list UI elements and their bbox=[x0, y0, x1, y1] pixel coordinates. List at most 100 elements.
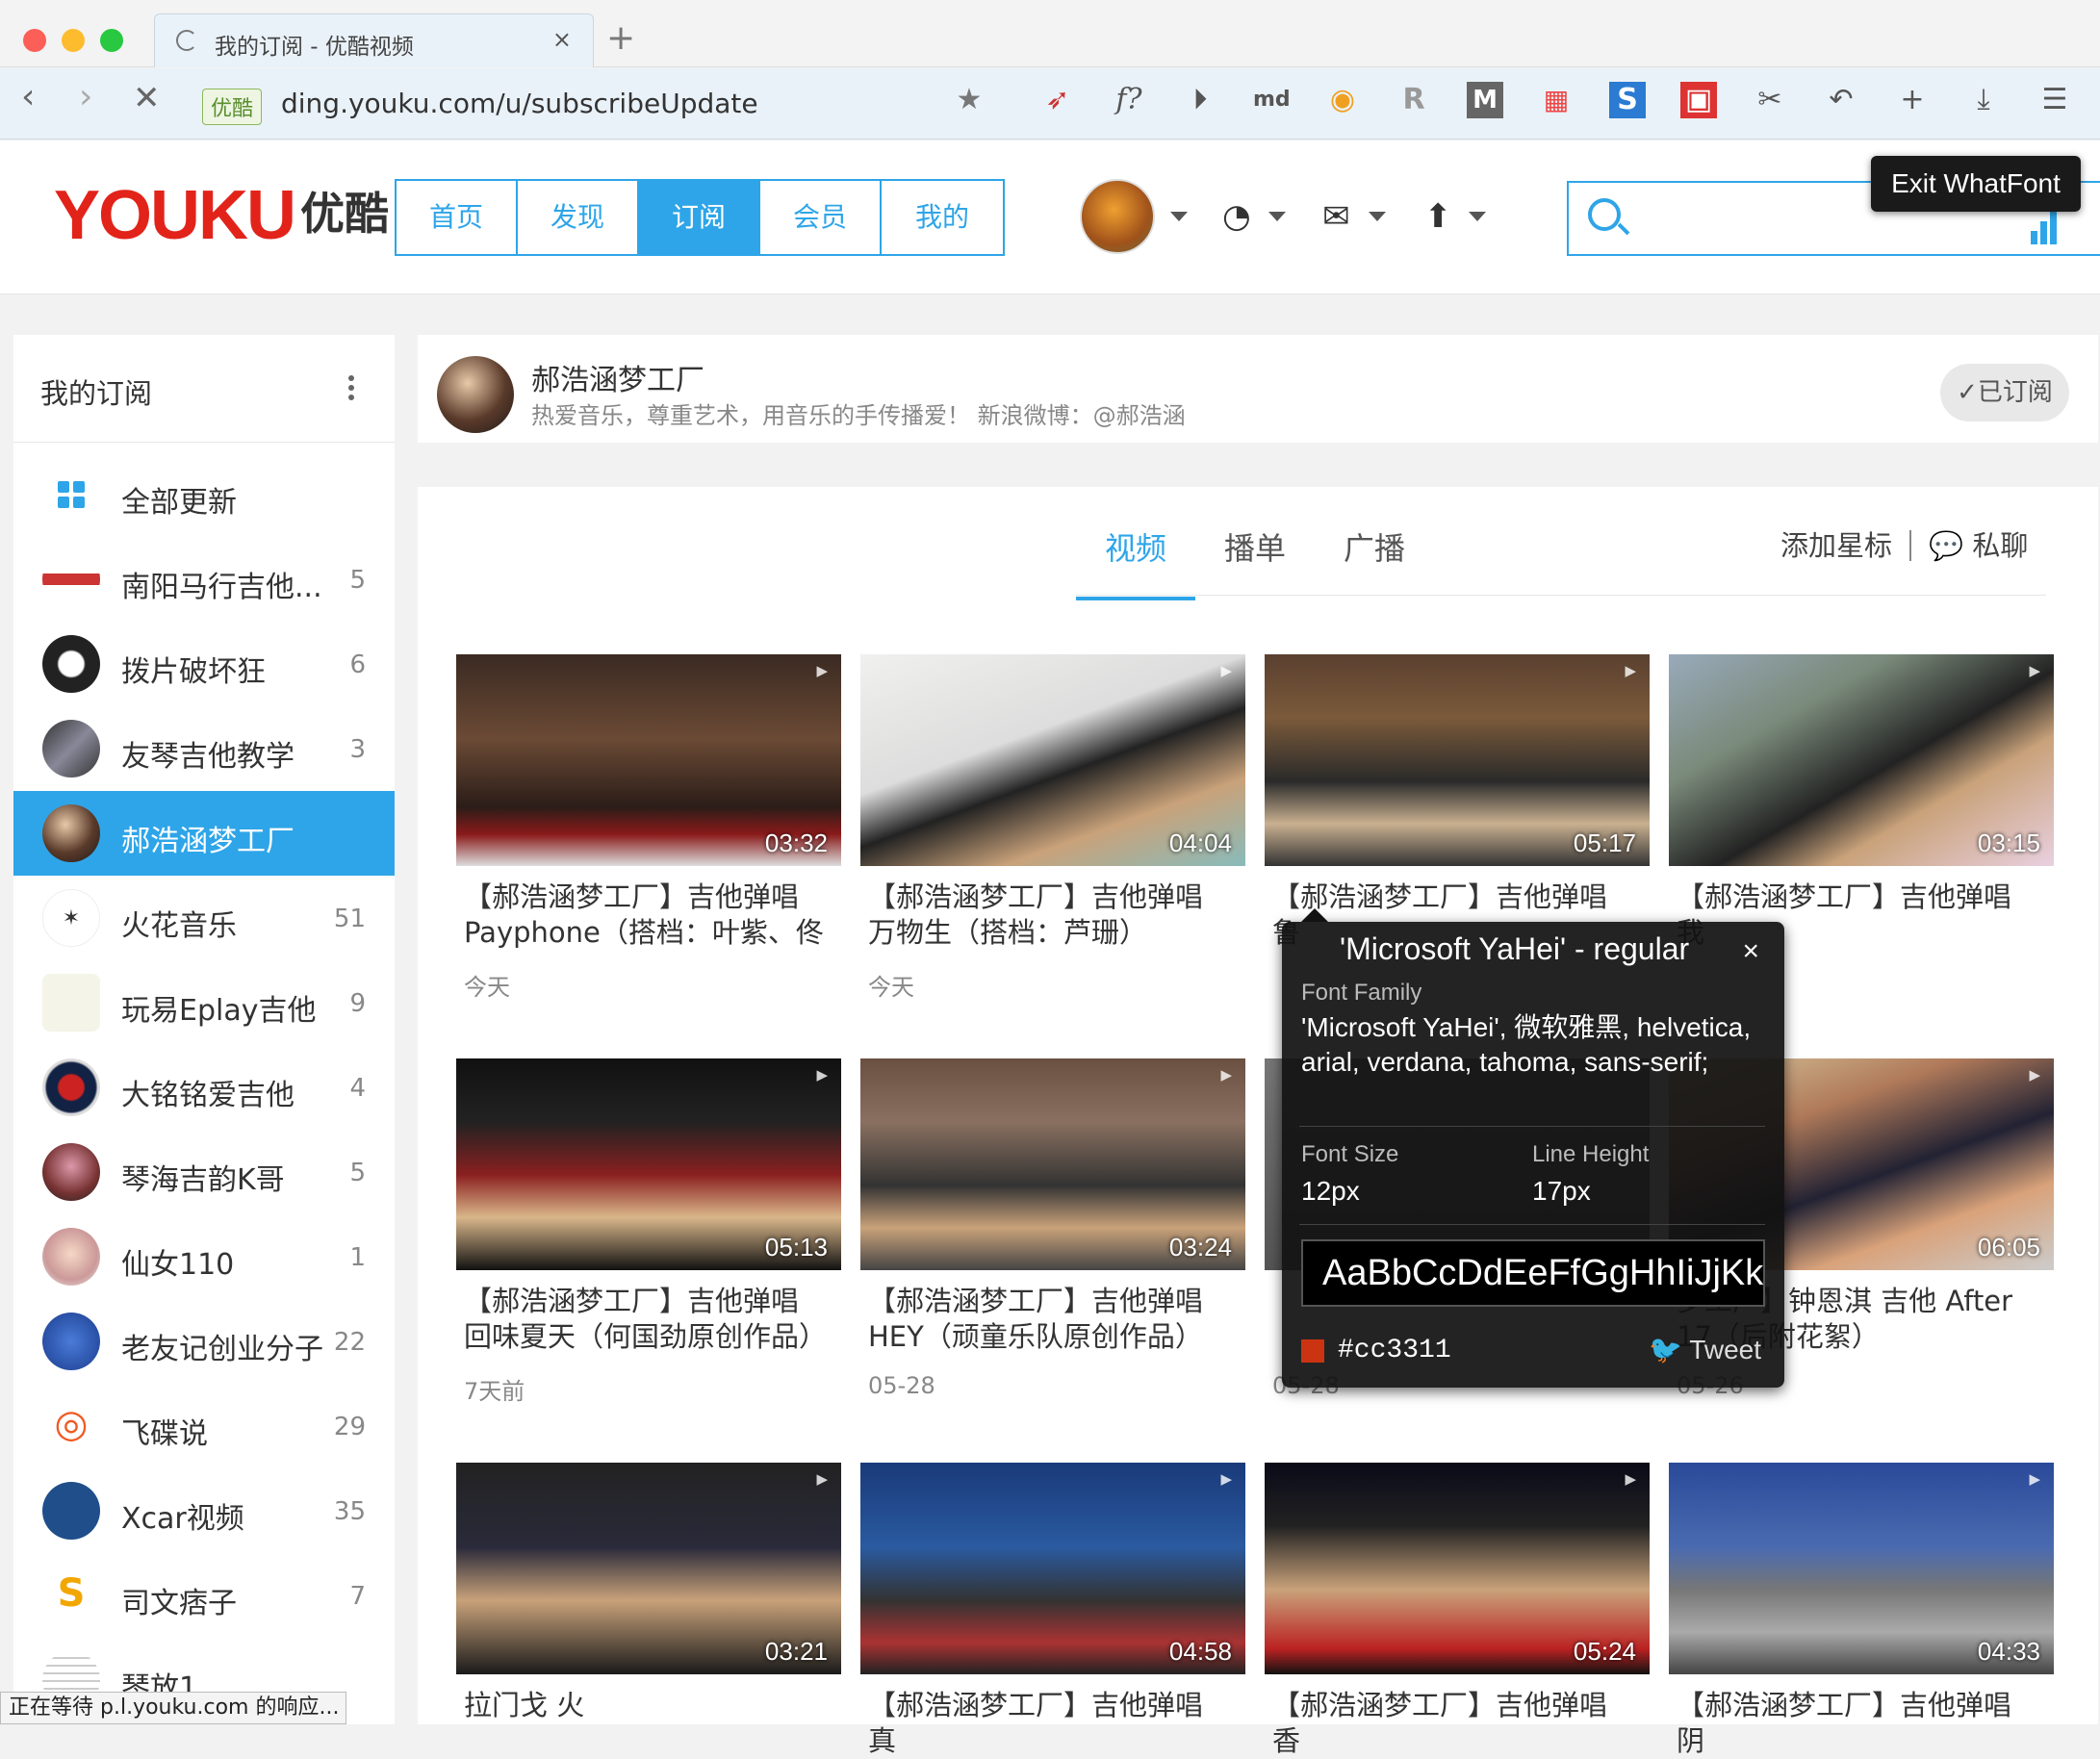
add-star-button[interactable]: 添加星标 bbox=[1780, 529, 1892, 562]
forward-icon[interactable]: › bbox=[79, 80, 92, 115]
video-thumbnail[interactable]: ▶ 03:24 bbox=[860, 1058, 1245, 1270]
video-thumbnail[interactable]: ▶ 04:33 bbox=[1669, 1463, 2054, 1674]
rocket-extension-icon[interactable]: ➶ bbox=[1039, 82, 1076, 118]
channel-avatar[interactable] bbox=[437, 356, 514, 433]
video-thumbnail[interactable]: ▶ 05:24 bbox=[1265, 1463, 1650, 1674]
video-card[interactable]: ▶ 05:13 【郝浩涵梦工厂】吉他弹唱 回味夏天（何国劲原创作品） 7天前 bbox=[456, 1058, 841, 1406]
video-thumbnail[interactable]: ▶ 04:58 bbox=[860, 1463, 1245, 1674]
video-card[interactable]: ▶ 05:24 【郝浩涵梦工厂】吉他弹唱 香 bbox=[1265, 1463, 1650, 1759]
scissors-icon[interactable]: ✂ bbox=[1752, 82, 1788, 118]
video-card[interactable]: ▶ 04:33 【郝浩涵梦工厂】吉他弹唱 阴 bbox=[1669, 1463, 2054, 1759]
nav-vip[interactable]: 会员 bbox=[760, 181, 882, 254]
video-duration: 06:05 bbox=[1977, 1233, 2040, 1262]
nav-home[interactable]: 首页 bbox=[397, 181, 518, 254]
back-icon[interactable]: ‹ bbox=[21, 80, 35, 115]
sidebar-item-all-updates[interactable]: 全部更新 bbox=[13, 452, 395, 537]
video-card[interactable]: ▶ 03:21 拉门戈 火 bbox=[456, 1463, 841, 1759]
tweet-button[interactable]: 🐦 Tweet bbox=[1649, 1334, 1761, 1365]
subscribed-button[interactable]: ✓已订阅 bbox=[1940, 364, 2069, 421]
video-card[interactable]: ▶ 03:24 【郝浩涵梦工厂】吉他弹唱 HEY（顽童乐队原创作品） 05-28 bbox=[860, 1058, 1245, 1399]
address-bar[interactable]: ding.youku.com/u/subscribeUpdate bbox=[281, 88, 758, 119]
video-thumbnail[interactable]: ▶ 03:32 bbox=[456, 654, 841, 866]
video-title[interactable]: 【郝浩涵梦工厂】吉他弹唱 真 bbox=[860, 1688, 1245, 1759]
sidebar-item-label: 飞碟说 bbox=[121, 1417, 208, 1451]
video-title[interactable]: 【郝浩涵梦工厂】吉他弹唱 回味夏天（何国劲原创作品） bbox=[456, 1284, 841, 1355]
sidebar-item-channel[interactable]: 琴海吉韵K哥 5 bbox=[13, 1130, 395, 1214]
exit-whatfont-button[interactable]: Exit WhatFont bbox=[1871, 156, 2081, 212]
video-card[interactable]: ▶ 04:58 【郝浩涵梦工厂】吉他弹唱 真 bbox=[860, 1463, 1245, 1759]
channel-avatar bbox=[42, 804, 100, 862]
play-extension-icon[interactable]: ⏵ bbox=[1182, 82, 1218, 118]
mail-icon[interactable]: ✉ bbox=[1322, 200, 1350, 233]
sidebar-item-channel[interactable]: 友琴吉他教学 3 bbox=[13, 706, 395, 791]
markdown-extension-icon[interactable]: md bbox=[1253, 82, 1291, 118]
sidebar-item-channel[interactable]: 大铭铭爱吉他 4 bbox=[13, 1045, 395, 1130]
tab-broadcast[interactable]: 广播 bbox=[1315, 522, 1434, 600]
upload-icon[interactable]: ⬆ bbox=[1424, 200, 1452, 233]
more-options-icon[interactable] bbox=[348, 375, 354, 400]
close-window-button[interactable] bbox=[23, 29, 46, 52]
sidebar-item-channel[interactable]: Xcar视频 35 bbox=[13, 1468, 395, 1553]
stop-loading-icon[interactable]: ✕ bbox=[133, 82, 161, 115]
video-thumbnail[interactable]: ▶ 05:13 bbox=[456, 1058, 841, 1270]
user-avatar[interactable] bbox=[1080, 179, 1155, 254]
tab-videos[interactable]: 视频 bbox=[1076, 522, 1195, 600]
tab-playlists[interactable]: 播单 bbox=[1195, 522, 1315, 600]
sidebar-item-channel[interactable]: 仙女110 1 bbox=[13, 1214, 395, 1299]
nav-subscribe[interactable]: 订阅 bbox=[639, 181, 760, 254]
chevron-down-icon[interactable] bbox=[1268, 212, 1286, 221]
video-title[interactable]: 拉门戈 火 bbox=[456, 1688, 841, 1759]
video-title[interactable]: 【郝浩涵梦工厂】吉他弹唱 HEY（顽童乐队原创作品） bbox=[860, 1284, 1245, 1355]
video-thumbnail[interactable]: ▶ 05:17 bbox=[1265, 654, 1650, 866]
video-title[interactable]: 【郝浩涵梦工厂】吉他弹唱 Payphone（搭档：叶紫、佟 bbox=[456, 880, 841, 951]
whatfont-extension-icon[interactable]: f? bbox=[1111, 82, 1147, 118]
nav-mine[interactable]: 我的 bbox=[882, 181, 1003, 254]
screenshot-extension-icon[interactable]: ▣ bbox=[1680, 82, 1717, 118]
sidebar-item-channel[interactable]: 老友记创业分子 22 bbox=[13, 1299, 395, 1384]
video-title[interactable]: 【郝浩涵梦工厂】吉他弹唱 万物生（搭档：芦珊） bbox=[860, 880, 1245, 951]
watermark-icon: ▶ bbox=[1220, 1470, 1232, 1488]
undo-icon[interactable]: ↶ bbox=[1823, 82, 1859, 118]
chevron-down-icon[interactable] bbox=[1170, 212, 1188, 221]
maximize-window-button[interactable] bbox=[100, 29, 123, 52]
history-clock-icon[interactable]: ◔ bbox=[1222, 200, 1251, 233]
download-icon[interactable]: ⤓ bbox=[1965, 82, 2002, 118]
video-thumbnail[interactable]: ▶ 04:04 bbox=[860, 654, 1245, 866]
sidebar-item-channel[interactable]: ✶ 火花音乐 51 bbox=[13, 876, 395, 960]
video-thumbnail[interactable]: ▶ 03:21 bbox=[456, 1463, 841, 1674]
minimize-window-button[interactable] bbox=[62, 29, 85, 52]
m-extension-icon[interactable]: M bbox=[1467, 82, 1503, 118]
channel-name[interactable]: 郝浩涵梦工厂 bbox=[531, 356, 704, 398]
palette-extension-icon[interactable]: ▦ bbox=[1538, 82, 1575, 118]
youku-logo[interactable]: YOUKU 优酷 bbox=[54, 181, 389, 250]
sidebar-item-channel-active[interactable]: 郝浩涵梦工厂 bbox=[13, 791, 395, 876]
tab-close-icon[interactable]: × bbox=[552, 26, 572, 53]
new-tab-button[interactable]: + bbox=[606, 21, 635, 56]
nav-discover[interactable]: 发现 bbox=[518, 181, 639, 254]
chevron-down-icon[interactable] bbox=[1469, 212, 1486, 221]
search-icon[interactable] bbox=[1588, 198, 1621, 231]
bookmark-star-icon[interactable]: ★ bbox=[951, 82, 987, 118]
grid-icon bbox=[58, 481, 87, 510]
menu-icon[interactable]: ☰ bbox=[2036, 82, 2073, 118]
video-title[interactable]: 【郝浩涵梦工厂】吉他弹唱 阴 bbox=[1669, 1688, 2054, 1759]
chrome-color-extension-icon[interactable]: ◉ bbox=[1324, 82, 1361, 118]
video-thumbnail[interactable]: ▶ 03:15 bbox=[1669, 654, 2054, 866]
add-icon[interactable]: + bbox=[1894, 82, 1931, 118]
video-card[interactable]: ▶ 04:04 【郝浩涵梦工厂】吉他弹唱 万物生（搭档：芦珊） 今天 bbox=[860, 654, 1245, 1002]
sidebar-item-channel[interactable]: ◎ 飞碟说 29 bbox=[13, 1384, 395, 1468]
trending-bars-icon[interactable] bbox=[2031, 212, 2065, 244]
video-title[interactable]: 【郝浩涵梦工厂】吉他弹唱 香 bbox=[1265, 1688, 1650, 1759]
video-card[interactable]: ▶ 03:32 【郝浩涵梦工厂】吉他弹唱 Payphone（搭档：叶紫、佟 今天 bbox=[456, 654, 841, 1002]
sidebar-item-channel[interactable]: 拨片破坏狂 6 bbox=[13, 622, 395, 706]
sidebar-item-channel[interactable]: 玩易Eplay吉他 9 bbox=[13, 960, 395, 1045]
private-chat-button[interactable]: 私聊 bbox=[1972, 529, 2028, 562]
r-extension-icon[interactable]: R bbox=[1396, 82, 1432, 118]
close-icon[interactable]: × bbox=[1742, 935, 1759, 968]
video-duration: 04:04 bbox=[1168, 829, 1232, 857]
sidebar-item-channel[interactable]: S 司文痞子 7 bbox=[13, 1553, 395, 1638]
browser-tab[interactable]: 我的订阅 - 优酷视频 × bbox=[154, 13, 594, 67]
chevron-down-icon[interactable] bbox=[1369, 212, 1386, 221]
s-extension-icon[interactable]: S bbox=[1609, 82, 1646, 118]
sidebar-item-channel[interactable]: 南阳马行吉他... 5 bbox=[13, 537, 395, 622]
